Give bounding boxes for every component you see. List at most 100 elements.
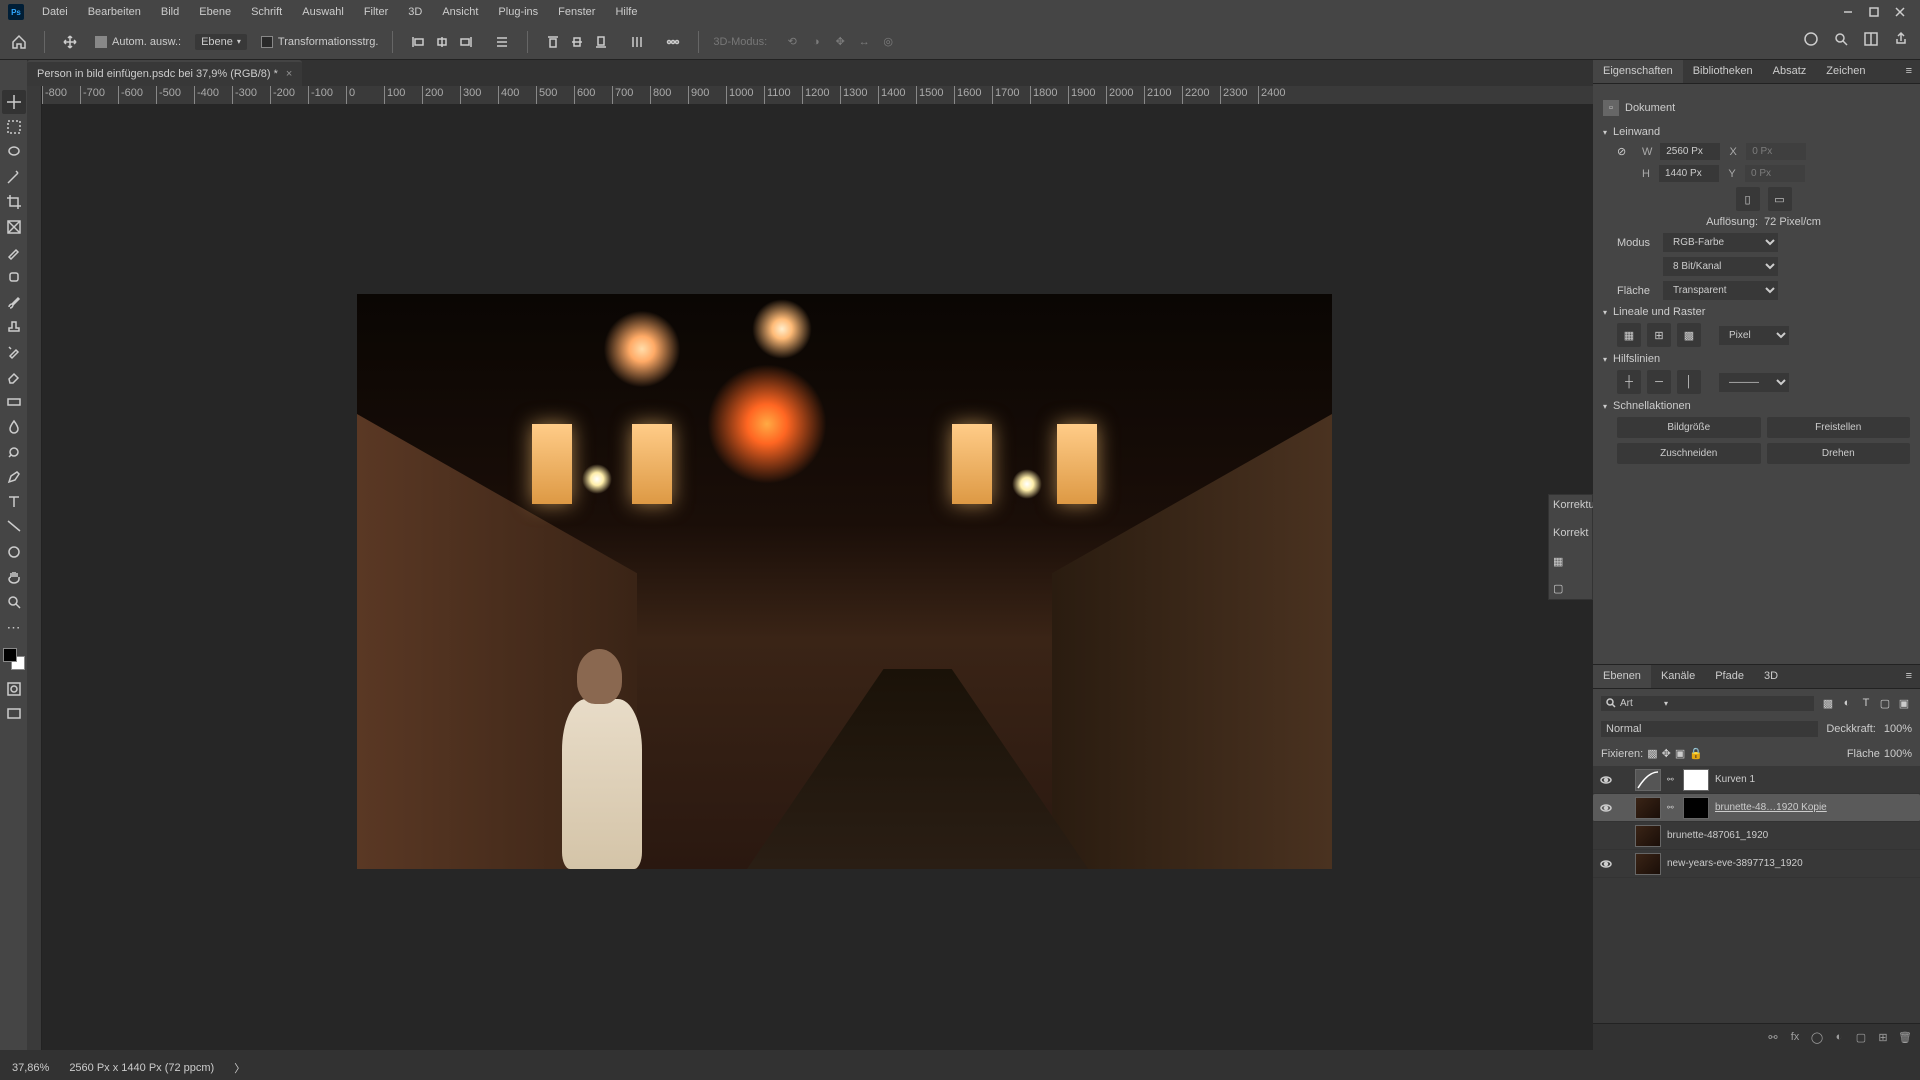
zoom-tool[interactable] bbox=[2, 590, 26, 614]
tab-eigenschaften[interactable]: Eigenschaften bbox=[1593, 60, 1683, 83]
marquee-tool[interactable] bbox=[2, 115, 26, 139]
document-tab[interactable]: Person in bild einfügen.psdc bei 37,9% (… bbox=[27, 60, 302, 86]
align-hcenter-icon[interactable] bbox=[431, 31, 453, 53]
close-tab-icon[interactable]: × bbox=[286, 68, 292, 80]
frame-tool[interactable] bbox=[2, 215, 26, 239]
tab-3d[interactable]: 3D bbox=[1754, 665, 1788, 688]
path-tool[interactable] bbox=[2, 515, 26, 539]
rotate-button[interactable]: Drehen bbox=[1767, 443, 1911, 464]
lock-pixels-icon[interactable]: ▩ bbox=[1647, 747, 1657, 760]
layer-mask-icon[interactable]: ◯ bbox=[1808, 1028, 1826, 1046]
new-guide-h-icon[interactable]: ─ bbox=[1647, 370, 1671, 394]
link-wh-icon[interactable]: ⊘ bbox=[1617, 145, 1626, 158]
hand-tool[interactable] bbox=[2, 565, 26, 589]
distribute-icon[interactable] bbox=[491, 31, 513, 53]
ruler-unit-select[interactable]: Pixel bbox=[1719, 326, 1789, 345]
tab-kanaele[interactable]: Kanäle bbox=[1651, 665, 1705, 688]
lasso-tool[interactable] bbox=[2, 140, 26, 164]
eraser-tool[interactable] bbox=[2, 365, 26, 389]
menu-plugins[interactable]: Plug-ins bbox=[490, 3, 546, 21]
align-vcenter-icon[interactable] bbox=[566, 31, 588, 53]
quick-mask-icon[interactable] bbox=[2, 677, 26, 701]
workspace-icon[interactable] bbox=[1860, 28, 1882, 50]
layer-name[interactable]: brunette-487061_1920 bbox=[1667, 830, 1914, 841]
x-input[interactable] bbox=[1746, 143, 1806, 160]
visibility-toggle[interactable] bbox=[1599, 773, 1613, 787]
layer-row[interactable]: ⚯Kurven 1 bbox=[1593, 766, 1920, 794]
menu-hilfe[interactable]: Hilfe bbox=[607, 3, 645, 21]
visibility-toggle[interactable] bbox=[1599, 857, 1613, 871]
quick-actions-section[interactable]: Schnellaktionen bbox=[1603, 400, 1910, 412]
transform-controls-checkbox[interactable]: Transformationsstrg. bbox=[261, 36, 378, 48]
distribute-v-icon[interactable] bbox=[626, 31, 648, 53]
share-icon[interactable] bbox=[1890, 28, 1912, 50]
lock-all-icon[interactable]: 🔒 bbox=[1689, 747, 1703, 760]
more-options-icon[interactable] bbox=[662, 31, 684, 53]
close-button[interactable] bbox=[1888, 3, 1912, 21]
menu-bearbeiten[interactable]: Bearbeiten bbox=[80, 3, 149, 21]
filter-adjust-icon[interactable]: ◐ bbox=[1839, 695, 1855, 711]
align-right-icon[interactable] bbox=[455, 31, 477, 53]
lock-artboard-icon[interactable]: ▣ bbox=[1675, 747, 1685, 760]
type-tool[interactable] bbox=[2, 490, 26, 514]
align-bottom-icon[interactable] bbox=[590, 31, 612, 53]
filter-smart-icon[interactable]: ▣ bbox=[1896, 695, 1912, 711]
link-layers-icon[interactable]: ⚯ bbox=[1764, 1028, 1782, 1046]
menu-bild[interactable]: Bild bbox=[153, 3, 187, 21]
shape-tool[interactable] bbox=[2, 540, 26, 564]
tab-bibliotheken[interactable]: Bibliotheken bbox=[1683, 60, 1763, 83]
fill-select[interactable]: Transparent bbox=[1663, 281, 1778, 300]
menu-schrift[interactable]: Schrift bbox=[243, 3, 290, 21]
rulers-section[interactable]: Lineale und Raster bbox=[1603, 306, 1910, 318]
layers-menu-icon[interactable]: ≡ bbox=[1898, 665, 1920, 688]
auto-select-checkbox[interactable]: Autom. ausw.: bbox=[95, 36, 181, 48]
panel-menu-icon[interactable]: ≡ bbox=[1898, 60, 1920, 83]
image-size-button[interactable]: Bildgröße bbox=[1617, 417, 1761, 438]
history-brush-tool[interactable] bbox=[2, 340, 26, 364]
layer-fx-icon[interactable]: fx bbox=[1786, 1028, 1804, 1046]
layer-name[interactable]: brunette-48…1920 Kopie bbox=[1715, 802, 1914, 813]
width-input[interactable] bbox=[1660, 143, 1720, 160]
menu-3d[interactable]: 3D bbox=[400, 3, 430, 21]
new-guide-v-icon[interactable]: │ bbox=[1677, 370, 1701, 394]
new-adjustment-icon[interactable]: ◐ bbox=[1830, 1028, 1848, 1046]
horizontal-ruler[interactable]: -800-700-600-500-400-300-200-10001002003… bbox=[42, 86, 1593, 104]
pixel-grid-icon[interactable]: ▩ bbox=[1677, 323, 1701, 347]
layer-row[interactable]: brunette-487061_1920 bbox=[1593, 822, 1920, 850]
layer-name[interactable]: new-years-eve-3897713_1920 bbox=[1667, 858, 1914, 869]
status-arrow-icon[interactable]: 〉 bbox=[234, 1060, 245, 1076]
wand-tool[interactable] bbox=[2, 165, 26, 189]
tab-zeichen[interactable]: Zeichen bbox=[1816, 60, 1875, 83]
maximize-button[interactable] bbox=[1862, 3, 1886, 21]
align-top-icon[interactable] bbox=[542, 31, 564, 53]
new-layer-icon[interactable]: ⊞ bbox=[1874, 1028, 1892, 1046]
edit-toolbar-icon[interactable]: ⋯ bbox=[2, 615, 26, 639]
canvas-area[interactable] bbox=[42, 104, 1593, 1050]
guides-toggle-icon[interactable]: ┼ bbox=[1617, 370, 1641, 394]
pen-tool[interactable] bbox=[2, 465, 26, 489]
isolate-button[interactable]: Freistellen bbox=[1767, 417, 1911, 438]
menu-datei[interactable]: Datei bbox=[34, 3, 76, 21]
menu-ebene[interactable]: Ebene bbox=[191, 3, 239, 21]
tab-absatz[interactable]: Absatz bbox=[1763, 60, 1817, 83]
minimize-button[interactable] bbox=[1836, 3, 1860, 21]
grid-toggle-icon[interactable]: ⊞ bbox=[1647, 323, 1671, 347]
auto-select-target[interactable]: Ebene▾ bbox=[195, 34, 247, 50]
home-button[interactable] bbox=[8, 31, 30, 53]
tab-ebenen[interactable]: Ebenen bbox=[1593, 665, 1651, 688]
color-swatches[interactable] bbox=[3, 648, 25, 670]
adjustments-collapsed[interactable]: Korrektu Korrekt ▦ ▢ bbox=[1548, 494, 1593, 600]
menu-auswahl[interactable]: Auswahl bbox=[294, 3, 352, 21]
crop-button[interactable]: Zuschneiden bbox=[1617, 443, 1761, 464]
guide-style-select[interactable]: ——— bbox=[1719, 373, 1789, 392]
guides-section[interactable]: Hilfslinien bbox=[1603, 353, 1910, 365]
lock-position-icon[interactable]: ✥ bbox=[1662, 747, 1671, 760]
menu-ansicht[interactable]: Ansicht bbox=[434, 3, 486, 21]
fill-input[interactable]: 100% bbox=[1884, 748, 1912, 760]
cloud-docs-icon[interactable] bbox=[1800, 28, 1822, 50]
document-image[interactable] bbox=[357, 294, 1332, 869]
doc-dimensions[interactable]: 2560 Px x 1440 Px (72 ppcm) bbox=[69, 1062, 214, 1074]
vertical-ruler[interactable] bbox=[27, 86, 42, 1050]
dodge-tool[interactable] bbox=[2, 440, 26, 464]
filter-type-icon[interactable]: T bbox=[1858, 695, 1874, 711]
